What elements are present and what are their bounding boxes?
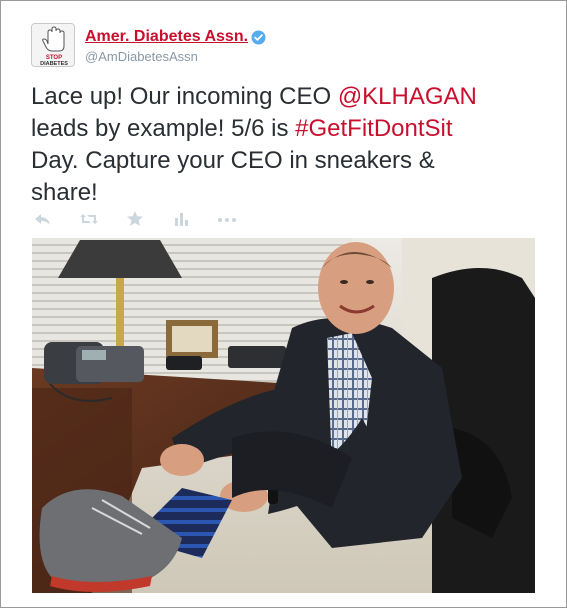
reply-icon[interactable] (33, 209, 53, 229)
tweet-line: Lace up! Our incoming CEO @KLHAGAN (31, 81, 541, 113)
hashtag-link[interactable]: #GetFitDontSit (295, 115, 452, 142)
verified-badge-icon (251, 30, 266, 45)
retweet-icon[interactable] (79, 209, 99, 229)
tweet-line: Day. Capture your CEO in sneakers & (31, 145, 541, 177)
tweet-text-segment: Day. Capture your CEO in sneakers & (31, 147, 435, 174)
tweet-photo[interactable] (32, 238, 535, 593)
display-name[interactable]: Amer. Diabetes Assn. (85, 28, 248, 46)
tweet-text-segment: leads by example! 5/6 is (31, 115, 296, 142)
tweet-card: STOP DIABETES Amer. Diabetes Assn. @AmDi… (0, 0, 567, 608)
ceo-photo (32, 238, 535, 593)
tweet-line: share! (31, 177, 541, 209)
avatar[interactable]: STOP DIABETES (31, 23, 75, 67)
more-icon[interactable] (217, 209, 237, 229)
stop-diabetes-logo-icon: STOP DIABETES (32, 24, 74, 67)
tweet-text-segment: Lace up! Our incoming CEO (31, 83, 338, 110)
analytics-icon[interactable] (171, 209, 191, 229)
tweet-text: Lace up! Our incoming CEO @KLHAGAN leads … (31, 81, 541, 209)
action-bar (33, 209, 253, 229)
mention-link[interactable]: @KLHAGAN (338, 83, 477, 110)
account-handle[interactable]: @AmDiabetesAssn (85, 49, 198, 64)
favorite-icon[interactable] (125, 209, 145, 229)
avatar-text-bottom: DIABETES (40, 61, 68, 67)
tweet-text-segment: share! (31, 179, 98, 206)
tweet-line: leads by example! 5/6 is #GetFitDontSit (31, 113, 541, 145)
